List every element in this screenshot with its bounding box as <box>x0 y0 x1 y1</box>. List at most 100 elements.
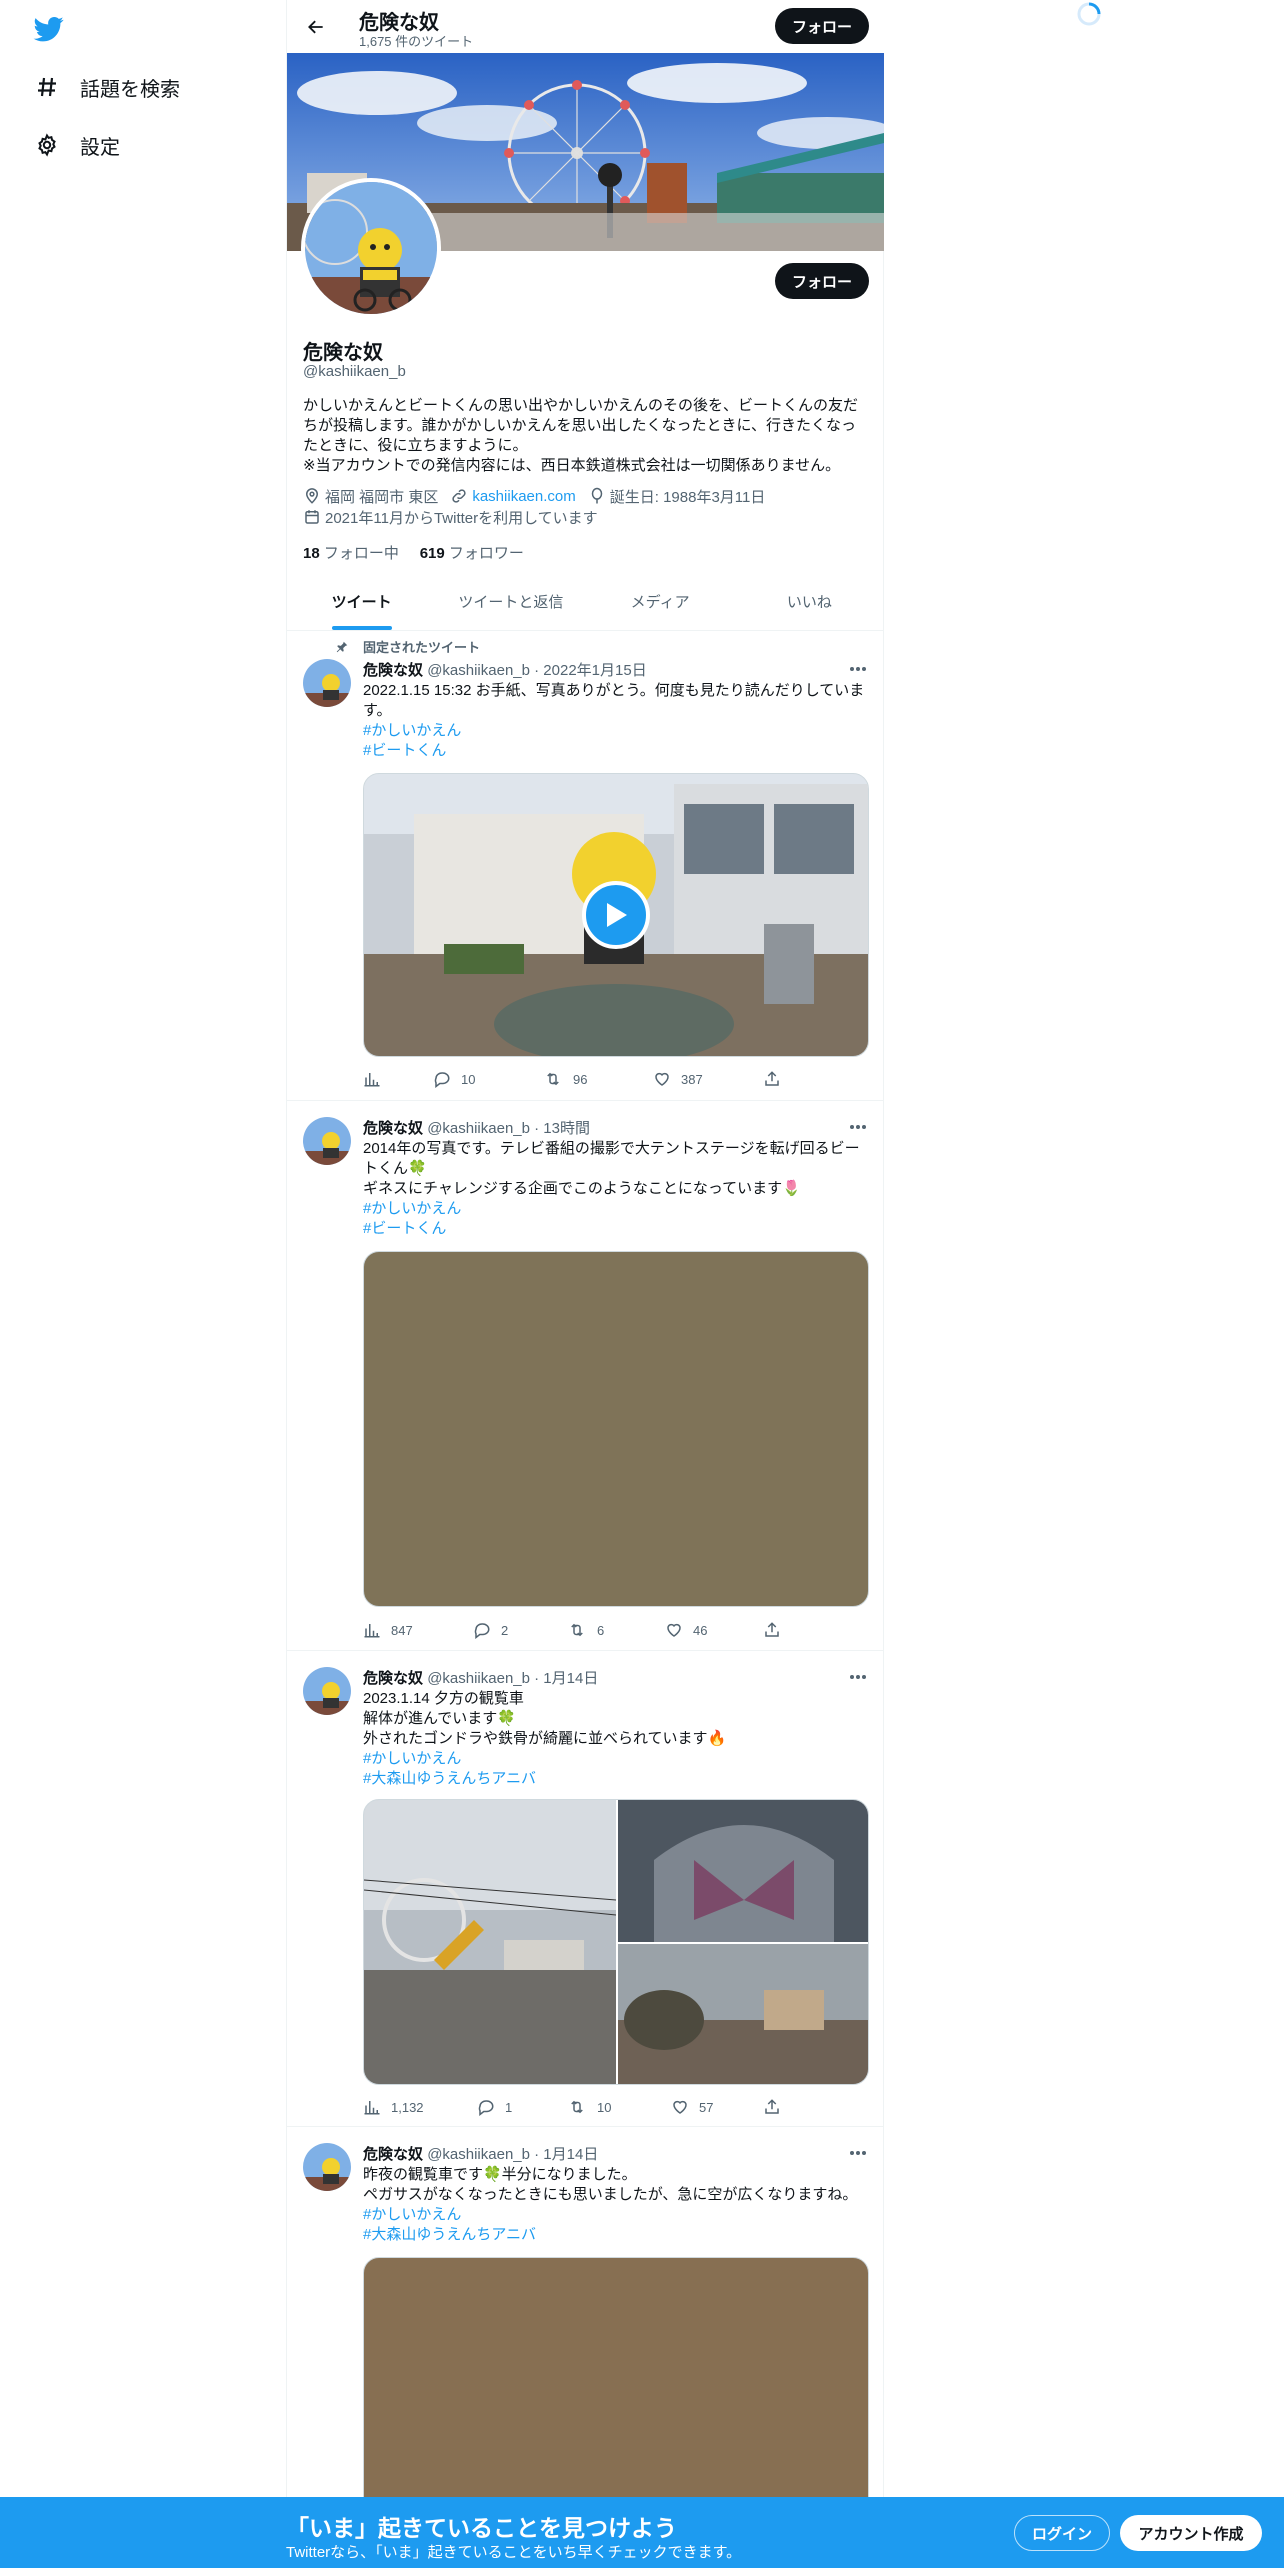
tweet-author-name[interactable]: 危険な奴 <box>363 1120 423 1137</box>
share-button[interactable] <box>763 1620 791 1640</box>
tweet-video[interactable] <box>363 773 869 1057</box>
tab-likes[interactable]: いいね <box>735 578 884 630</box>
reply-icon <box>434 1072 450 1088</box>
retweet-button[interactable]: 6 <box>567 1620 604 1640</box>
tweet-author-name[interactable]: 危険な奴 <box>363 662 423 679</box>
profile-header-bar: 危険な奴 1,675 件のツイート フォロー <box>287 0 884 53</box>
retweet-icon <box>571 2100 583 2114</box>
more-options-icon[interactable] <box>848 2143 868 2163</box>
play-icon[interactable] <box>582 881 650 949</box>
login-button[interactable]: ログイン <box>1014 2515 1110 2551</box>
tweet-text: 2014年の写真です。テレビ番組の撮影で大テントステージを転げ回るビー トくん🍀… <box>363 1139 868 1239</box>
tweet-line: す。 <box>363 702 392 719</box>
follow-counts: 18 フォロー中 619 フォロワー <box>303 542 524 563</box>
profile-website-link[interactable]: kashiikaen.com <box>472 488 575 505</box>
share-button[interactable] <box>763 2097 791 2117</box>
hashtag-link[interactable]: #かしいかえん <box>363 1199 868 1219</box>
signup-button[interactable]: アカウント作成 <box>1120 2515 1262 2551</box>
like-count: 387 <box>681 1071 703 1087</box>
views-button[interactable]: 847 <box>363 1620 413 1640</box>
heart-icon <box>673 2100 687 2114</box>
hashtag-link[interactable]: #かしいかえん <box>363 721 868 741</box>
tweet-handle-time: @kashiikaen_b · 1月14日 <box>427 1670 599 1687</box>
reply-button[interactable]: 2 <box>473 1620 508 1640</box>
like-count: 46 <box>693 1622 708 1638</box>
retweet-button[interactable]: 10 <box>567 2097 611 2117</box>
following-label: フォロー中 <box>319 545 399 562</box>
tweet-line: 昨夜の観覧車です🍀半分になりました。 <box>363 2166 637 2183</box>
retweet-button[interactable]: 96 <box>543 1069 587 1089</box>
tweet[interactable]: 危険な奴 @kashiikaen_b · 1月14日 2023.1.14 夕方の… <box>287 1651 884 2127</box>
share-icon <box>765 1071 779 1086</box>
like-button[interactable]: 387 <box>653 1069 703 1089</box>
more-options-icon[interactable] <box>848 659 868 679</box>
signup-banner-subtitle: Twitterなら、「いま」起きていることをいち早くチェックできます。 <box>286 2544 742 2561</box>
following-link[interactable]: 18 フォロー中 <box>303 545 399 562</box>
location-pin-icon <box>305 488 319 504</box>
avatar[interactable] <box>303 2143 351 2191</box>
bio-line: たときに、役に立ちますように。 <box>303 437 528 454</box>
nav-explore[interactable]: 話題を検索 <box>34 67 180 107</box>
retweet-count: 6 <box>597 1622 605 1638</box>
avatar[interactable] <box>303 659 351 707</box>
follow-button-top[interactable]: フォロー <box>775 8 869 44</box>
hashtag-link[interactable]: #大森山ゆうえんちアニバ <box>363 1769 868 1789</box>
hashtag-link[interactable]: #かしいかえん <box>363 1749 868 1769</box>
share-button[interactable] <box>763 1069 791 1089</box>
tweet-line: トくん🍀 <box>363 1160 427 1177</box>
tab-media[interactable]: メディア <box>586 578 735 630</box>
avatar[interactable] <box>303 1667 351 1715</box>
profile-name: 危険な奴 <box>303 342 383 364</box>
profile-tabs: ツイート ツイートと返信 メディア いいね <box>287 578 884 631</box>
hashtag-link[interactable]: #ビートくん <box>363 741 868 761</box>
tweet-line: 2023.1.14 夕方の観覧車 <box>363 1690 524 1707</box>
reply-button[interactable]: 1 <box>477 2097 512 2117</box>
reply-count: 2 <box>501 1622 509 1638</box>
followers-link[interactable]: 619 フォロワー <box>420 545 524 562</box>
more-options-icon[interactable] <box>848 1667 868 1687</box>
signup-banner-title: 「いま」起きていることを見つけよう <box>286 2515 677 2541</box>
pinned-label: 固定されたツイート <box>363 640 481 655</box>
like-count: 57 <box>699 2099 714 2115</box>
views-count: 1,132 <box>391 2099 424 2115</box>
tweet-image[interactable] <box>363 1251 869 1607</box>
follow-button[interactable]: フォロー <box>775 263 869 299</box>
gear-icon <box>34 132 60 158</box>
loading-spinner-icon <box>1076 1 1102 27</box>
hashtag-link[interactable]: #ビートくん <box>363 1219 868 1239</box>
like-button[interactable]: 46 <box>665 1620 707 1640</box>
left-nav: 話題を検索 設定 <box>0 0 286 2568</box>
hashtag-link[interactable]: #かしいかえん <box>363 2205 868 2225</box>
tab-tweets[interactable]: ツイート <box>287 578 436 630</box>
avatar[interactable] <box>303 1117 351 1165</box>
hashtag-link[interactable]: #大森山ゆうえんちアニバ <box>363 2225 868 2245</box>
reply-count: 1 <box>505 2099 513 2115</box>
tweet-header: 危険な奴 @kashiikaen_b · 1月14日 <box>363 1667 598 1688</box>
reply-button[interactable]: 10 <box>433 1069 475 1089</box>
tweet-text: 2023.1.14 夕方の観覧車 解体が進んでいます🍀 外されたゴンドラや鉄骨が… <box>363 1689 868 1789</box>
like-button[interactable]: 57 <box>671 2097 713 2117</box>
tab-tweets-and-replies[interactable]: ツイートと返信 <box>436 578 585 630</box>
analytics-icon <box>364 1624 380 1638</box>
tweet[interactable]: 固定されたツイート 危険な奴 @kashiikaen_b · 2022年1月15… <box>287 631 884 1101</box>
twitter-logo-icon[interactable] <box>32 14 66 44</box>
tweet-author-name[interactable]: 危険な奴 <box>363 1670 423 1687</box>
signup-banner: 「いま」起きていることを見つけよう Twitterなら、「いま」起きていることを… <box>0 2497 1284 2568</box>
tweet-header: 危険な奴 @kashiikaen_b · 13時間 <box>363 1117 590 1138</box>
views-count: 847 <box>391 1622 413 1638</box>
more-options-icon[interactable] <box>848 1117 868 1137</box>
tweet[interactable]: 危険な奴 @kashiikaen_b · 13時間 2014年の写真です。テレビ… <box>287 1101 884 1651</box>
tweet-line: 外されたゴンドラや鉄骨が綺麗に並べられています🔥 <box>363 1730 727 1747</box>
heart-icon <box>655 1072 669 1086</box>
share-icon <box>765 1622 779 1637</box>
nav-settings[interactable]: 設定 <box>34 125 120 165</box>
back-arrow-icon[interactable] <box>299 10 333 44</box>
views-button[interactable] <box>363 1069 391 1089</box>
profile-avatar[interactable] <box>301 178 441 318</box>
analytics-icon <box>364 1073 380 1087</box>
tweet-handle-time: @kashiikaen_b · 1月14日 <box>427 2146 599 2163</box>
tweet-photo-grid <box>363 1799 869 2085</box>
tweet-author-name[interactable]: 危険な奴 <box>363 2146 423 2163</box>
reply-icon <box>474 1623 490 1639</box>
views-button[interactable]: 1,132 <box>363 2097 424 2117</box>
